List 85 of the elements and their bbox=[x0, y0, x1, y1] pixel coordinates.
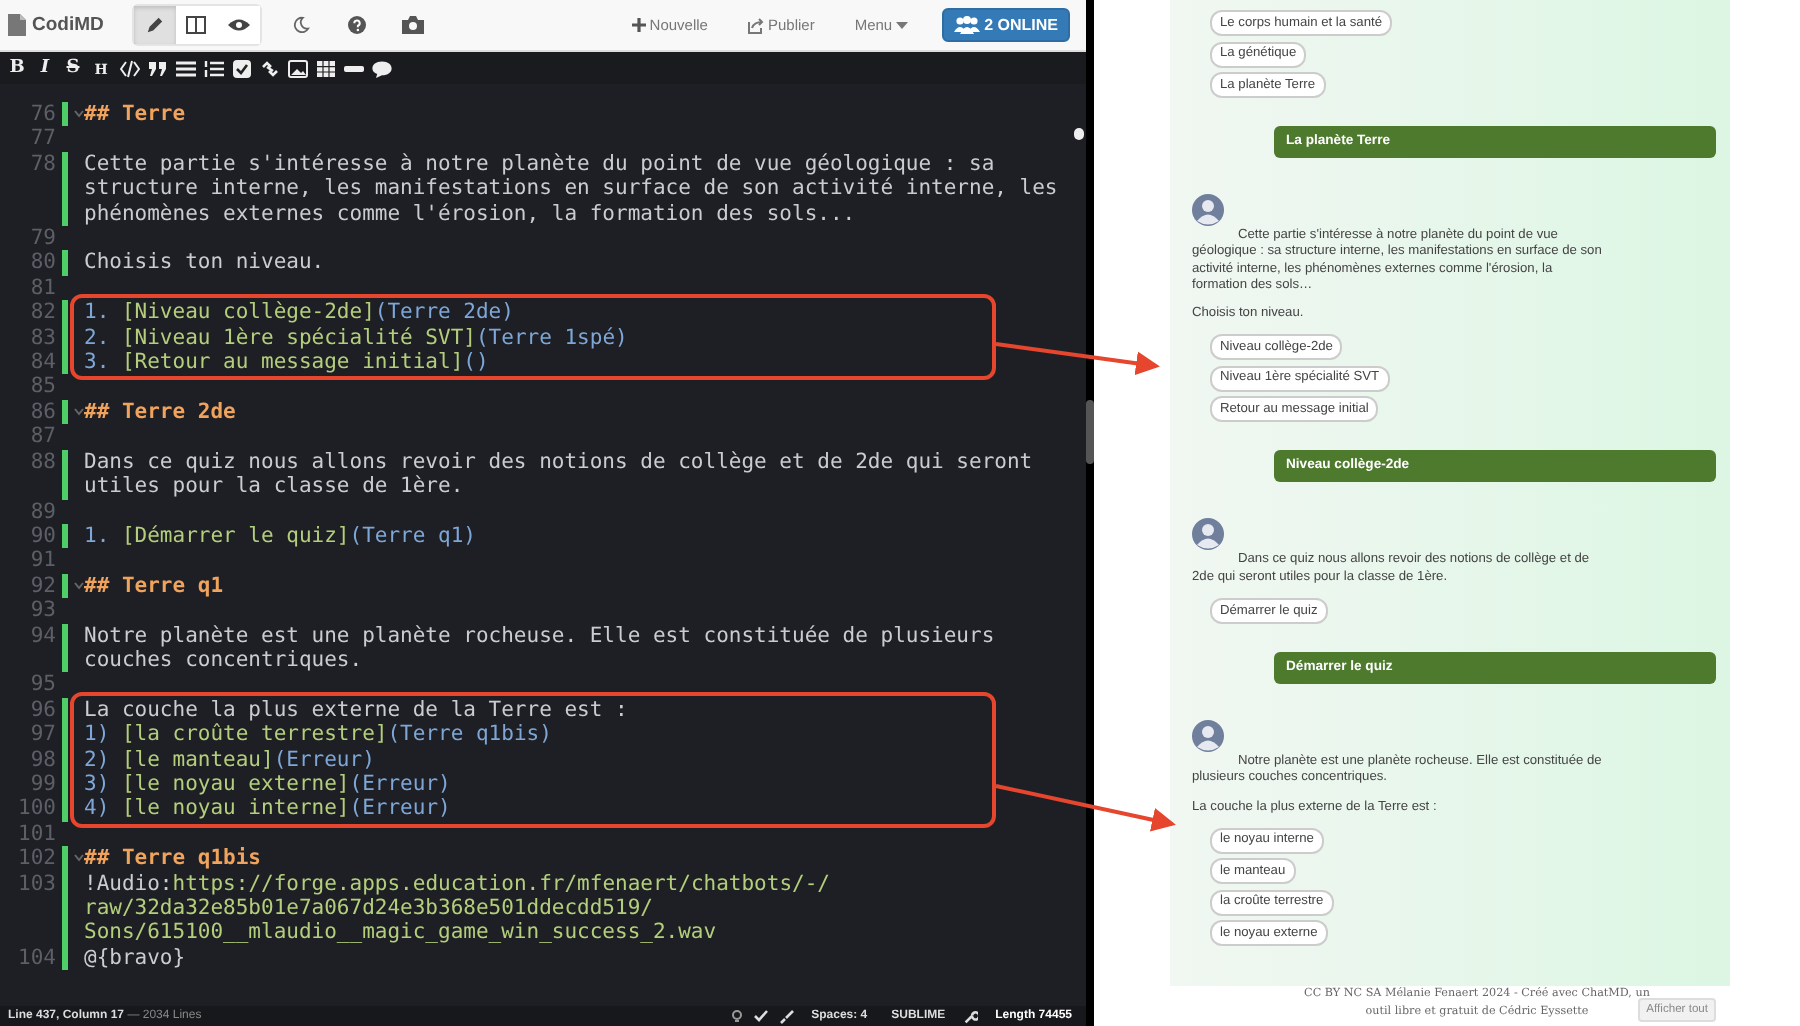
code-line: ## Terre q1bis bbox=[84, 846, 264, 872]
image-icon[interactable] bbox=[284, 55, 310, 81]
lightbulb-icon[interactable] bbox=[731, 1009, 742, 1023]
code-line: @{bravo} bbox=[84, 945, 188, 971]
code-line: 2. [Niveau 1ère spécialité SVT](Terre 1spé) bbox=[84, 325, 630, 351]
ordered-icon[interactable] bbox=[200, 55, 226, 81]
code-line: 3) [le noyau externe](Erreur) bbox=[84, 771, 453, 797]
code-line: La couche la plus externe de la Terre est : bbox=[84, 697, 630, 723]
code-line: !Audio:https://forge.apps.education.fr/mfenaert/chatbots/-/ raw/32da32e85b01e7a067d24e3b368e501ddecdd519/ Sons/615100__mlaudio__magic_game_win_success_2.wav bbox=[84, 871, 832, 946]
change-marker bbox=[62, 151, 68, 227]
users-icon bbox=[954, 16, 981, 34]
code-line: Choisis ton niveau. bbox=[84, 250, 327, 276]
view-mode-button[interactable] bbox=[133, 6, 176, 44]
line-number: 87 bbox=[28, 424, 56, 450]
line-number: 93 bbox=[28, 598, 56, 624]
check-icon[interactable] bbox=[753, 1010, 768, 1022]
brush-icon[interactable] bbox=[779, 1009, 794, 1023]
strike-button[interactable]: S bbox=[60, 55, 86, 81]
code-line: 1) [la croûte terrestre](Terre q1bis) bbox=[84, 722, 554, 748]
line-number: 83 bbox=[28, 325, 56, 351]
line-number: 94 bbox=[28, 623, 56, 648]
code-icon[interactable] bbox=[116, 55, 142, 81]
line-number: 98 bbox=[28, 747, 56, 772]
code-line: Dans ce quiz nous allons revoir des notions de collège et de 2de qui seront utiles pour la classe de 1ère. bbox=[84, 449, 1035, 499]
code-line: 4) [le noyau interne](Erreur) bbox=[84, 796, 453, 822]
change-marker bbox=[62, 250, 68, 276]
line-number: 91 bbox=[28, 548, 56, 574]
line-number: 88 bbox=[28, 449, 56, 475]
change-marker bbox=[62, 399, 68, 425]
line-number: 86 bbox=[28, 399, 56, 425]
pencil-icon bbox=[145, 16, 164, 34]
italic-button[interactable]: I bbox=[32, 55, 58, 81]
line-number: 101 bbox=[16, 821, 56, 847]
avatar-icon bbox=[1192, 720, 1224, 753]
code-line: Notre planète est une planète rocheuse. Elle est constituée de plusieurs couches concentriques. bbox=[84, 623, 997, 673]
code-line: ## Terre q1 bbox=[84, 573, 226, 599]
scrollbar-thumb[interactable] bbox=[1086, 400, 1094, 464]
line-number: 77 bbox=[28, 126, 56, 152]
line-number: 103 bbox=[16, 871, 56, 896]
bold-button[interactable]: B bbox=[4, 55, 30, 81]
app-brand: CodiMD bbox=[32, 14, 104, 36]
change-marker bbox=[62, 573, 68, 599]
code-line: 1. [Démarrer le quiz](Terre q1) bbox=[84, 523, 478, 549]
code-line: 3. [Retour au message initial]() bbox=[84, 350, 491, 375]
line-number: 104 bbox=[16, 945, 56, 971]
wrench-icon[interactable] bbox=[963, 1009, 978, 1023]
avatar-icon bbox=[1192, 518, 1224, 551]
change-marker bbox=[62, 449, 68, 499]
line-number: 100 bbox=[16, 796, 56, 822]
code-line: Cette partie s'intéresse à notre planète du point de vue géologique : sa structure interne, les manifestations en surface de son activité interne, les phénomènes externes comme l'érosion, la formation des sols... bbox=[84, 151, 1060, 227]
line-number: 82 bbox=[28, 300, 56, 326]
line-number: 95 bbox=[28, 672, 56, 698]
change-marker bbox=[62, 523, 68, 549]
line-number: 79 bbox=[28, 226, 56, 251]
code-line: ## Terre bbox=[84, 102, 188, 127]
list-icon[interactable] bbox=[172, 55, 198, 81]
plus-icon bbox=[631, 18, 646, 32]
code-line: 1. [Niveau collège-2de](Terre 2de) bbox=[84, 300, 516, 326]
columns-icon bbox=[186, 16, 207, 34]
check-icon[interactable] bbox=[228, 55, 254, 81]
table-icon[interactable] bbox=[312, 55, 338, 81]
line-number: 96 bbox=[28, 697, 56, 723]
line-number: 99 bbox=[28, 771, 56, 797]
line-number: 81 bbox=[28, 275, 56, 301]
code-line: 2) [le manteau](Erreur) bbox=[84, 747, 377, 772]
document-icon bbox=[8, 14, 26, 36]
change-marker bbox=[62, 623, 68, 673]
change-marker bbox=[62, 102, 68, 127]
line-number: 84 bbox=[28, 350, 56, 375]
eye-icon bbox=[227, 18, 250, 32]
avatar-icon bbox=[1192, 194, 1224, 226]
scroll-marker bbox=[1074, 128, 1084, 140]
online-users-button[interactable]: 2 ONLINE bbox=[942, 8, 1070, 42]
line-number: 90 bbox=[28, 523, 56, 549]
line-number: 102 bbox=[16, 846, 56, 872]
line-number: 76 bbox=[28, 102, 56, 127]
line-number: 78 bbox=[28, 151, 56, 177]
line-number: 97 bbox=[28, 722, 56, 748]
line-number: 80 bbox=[28, 250, 56, 276]
line-number: 89 bbox=[28, 499, 56, 524]
share-icon bbox=[747, 17, 764, 33]
code-line: ## Terre 2de bbox=[84, 399, 238, 425]
line-number: 92 bbox=[28, 573, 56, 599]
line-number: 85 bbox=[28, 374, 56, 400]
caret-icon bbox=[896, 21, 909, 29]
